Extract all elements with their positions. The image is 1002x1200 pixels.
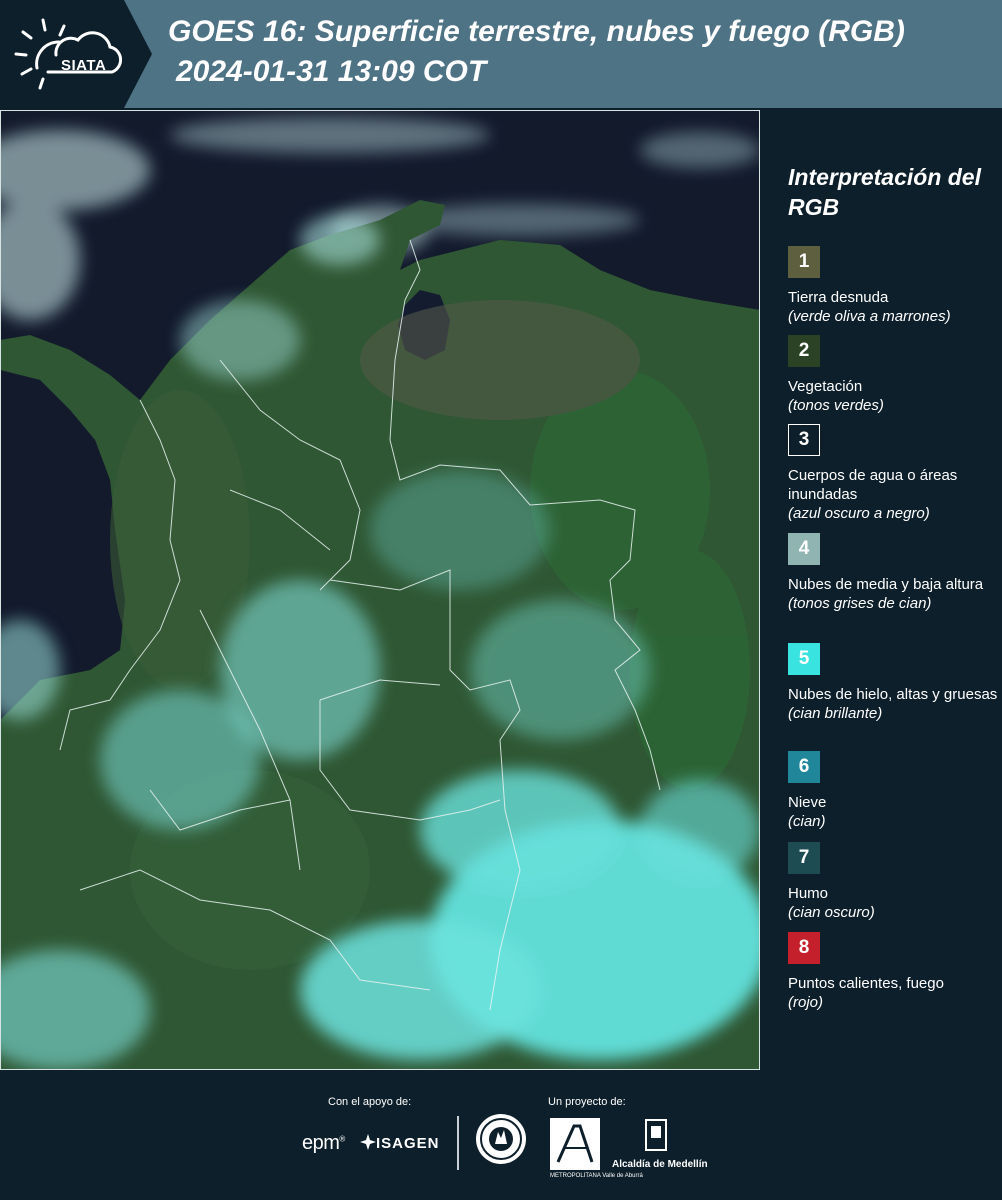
legend-label-2: Vegetación — [788, 378, 863, 395]
project-label: Un proyecto de: — [548, 1096, 626, 1108]
support-label: Con el apoyo de: — [328, 1096, 412, 1108]
image-timestamp: 2024-01-31 13:09 COT — [176, 55, 487, 88]
legend-swatch-1: 1 — [788, 246, 820, 278]
legend-label-6: Nieve — [788, 794, 827, 811]
legend-desc-5: (cian brillante) — [788, 705, 883, 722]
legend-label-1: Tierra desnuda — [788, 289, 889, 306]
legend-desc-3: (azul oscuro a negro) — [788, 505, 930, 522]
legend-title: Interpretación del RGB — [788, 164, 981, 220]
siata-logo: SIATA — [12, 10, 130, 98]
area-metropolitana-icon — [556, 1124, 594, 1163]
legend-item-vegetation: 2 Vegetación (tonos verdes) — [788, 335, 998, 415]
legend-label-5: Nubes de hielo, altas y gruesas — [788, 686, 998, 703]
legend-item-bare-land: 1 Tierra desnuda (verde oliva a marrones… — [788, 246, 998, 326]
alcaldia-emblem-icon — [645, 1119, 667, 1151]
legend-swatch-8: 8 — [788, 932, 820, 964]
legend-desc-7: (cian oscuro) — [788, 904, 875, 921]
epm-logo-text: epm — [302, 1132, 340, 1154]
sun-cloud-icon — [14, 18, 123, 90]
legend-desc-4: (tonos grises de cian) — [788, 595, 932, 612]
legend-item-water: 3 Cuerpos de agua o áreas inundadas (azu… — [788, 424, 998, 523]
legend-swatch-6: 6 — [788, 751, 820, 783]
isagen-logo-text: ISAGEN — [376, 1135, 440, 1152]
legend-item-snow: 6 Nieve (cian) — [788, 751, 998, 831]
alcaldia-medellin-logo: Alcaldía de Medellín — [612, 1159, 708, 1170]
area-metropolitana-text: METROPOLITANA Valle de Aburrá — [550, 1173, 643, 1179]
legend-desc-1: (verde oliva a marrones) — [788, 308, 951, 325]
isagen-logo: ISAGEN — [360, 1134, 440, 1152]
legend-item-mid-low-clouds: 4 Nubes de media y baja altura (tonos gr… — [788, 533, 998, 613]
legend-label-8: Puntos calientes, fuego — [788, 975, 944, 992]
legend-item-smoke: 7 Humo (cian oscuro) — [788, 842, 998, 922]
legend-swatch-3: 3 — [788, 424, 820, 456]
legend-panel: Interpretación del RGB 1 Tierra desnuda … — [776, 110, 1002, 1070]
isagen-icon — [360, 1134, 376, 1150]
satellite-map — [0, 110, 760, 1070]
legend-label-4: Nubes de media y baja altura — [788, 576, 984, 593]
legend-item-ice-clouds: 5 Nubes de hielo, altas y gruesas (cian … — [788, 643, 998, 723]
legend-desc-6: (cian) — [788, 813, 826, 830]
legend-label-3: Cuerpos de agua o áreas inundadas — [788, 467, 958, 503]
footer: Con el apoyo de: Un proyecto de: epm® IS… — [0, 1070, 1002, 1200]
area-metropolitana-logo — [550, 1118, 600, 1170]
legend-swatch-2: 2 — [788, 335, 820, 367]
epm-logo: epm® — [302, 1132, 345, 1154]
legend-desc-2: (tonos verdes) — [788, 397, 884, 414]
page-title: GOES 16: Superficie terrestre, nubes y f… — [168, 15, 905, 48]
seal-icon — [480, 1118, 522, 1160]
legend-swatch-4: 4 — [788, 533, 820, 565]
siata-logo-text: SIATA — [61, 57, 107, 74]
footer-divider — [457, 1116, 459, 1170]
legend-label-7: Humo — [788, 885, 829, 902]
satellite-rgb-image — [0, 110, 760, 1070]
header: SIATA GOES 16: Superficie terrestre, nub… — [0, 0, 1002, 108]
legend-item-hotspots: 8 Puntos calientes, fuego (rojo) — [788, 932, 998, 1012]
institutional-seal-logo — [476, 1114, 526, 1164]
legend-swatch-5: 5 — [788, 643, 820, 675]
legend-desc-8: (rojo) — [788, 994, 824, 1011]
legend-swatch-7: 7 — [788, 842, 820, 874]
